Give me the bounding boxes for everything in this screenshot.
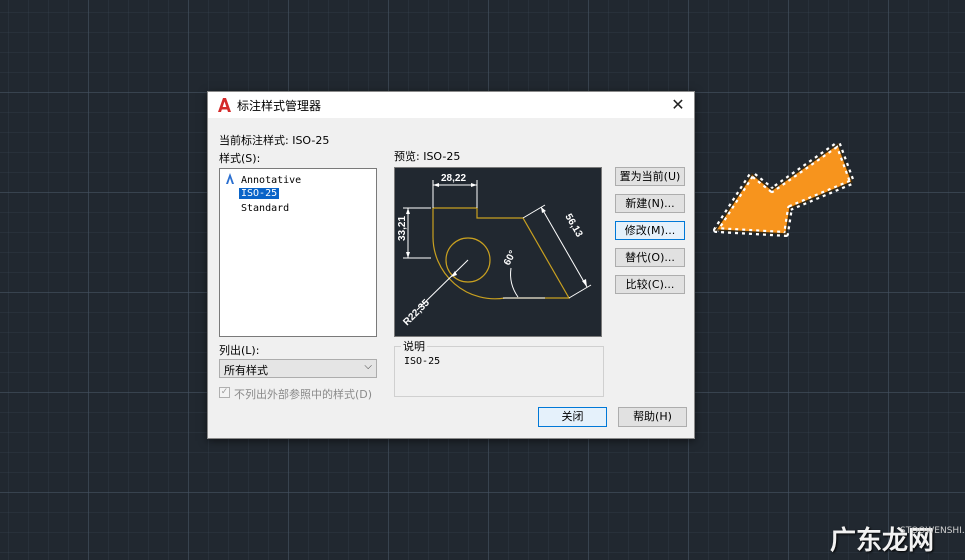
preview-dim-diag: 56,13 [562, 212, 584, 240]
preview-label: 预览: ISO-25 [394, 150, 461, 163]
exclude-xref-label: 不列出外部参照中的样式(D) [234, 388, 373, 401]
preview-dim-angle: 60° [502, 249, 519, 268]
preview-dim-radius: R22,35 [401, 297, 432, 328]
modify-button[interactable]: 修改(M)... [615, 221, 685, 240]
chevron-down-icon: ⌵ [364, 361, 372, 372]
list-filter-select[interactable]: 所有样式 ⌵ [219, 359, 377, 378]
style-item-annotative[interactable]: Annotative [224, 173, 303, 187]
autocad-logo-icon [218, 98, 231, 112]
override-button[interactable]: 替代(O)... [615, 248, 685, 267]
compare-button[interactable]: 比较(C)... [615, 275, 685, 294]
set-current-button[interactable]: 置为当前(U) [615, 167, 685, 186]
help-button[interactable]: 帮助(H) [618, 407, 687, 427]
list-filter-value: 所有样式 [224, 364, 268, 377]
close-button[interactable]: 关闭 [538, 407, 607, 427]
dimension-style-manager-dialog: 标注样式管理器 ✕ 当前标注样式: ISO-25 样式(S): Annotati… [207, 91, 695, 439]
list-label: 列出(L): [219, 344, 260, 357]
preview-dim-left: 33,21 [397, 216, 408, 241]
styles-listbox[interactable]: Annotative ISO-25 Standard [219, 168, 377, 337]
style-item-standard[interactable]: Standard [239, 202, 291, 216]
description-label: 说明 [401, 338, 427, 354]
orange-arrow-pointer-icon [713, 141, 855, 237]
new-button[interactable]: 新建(N)... [615, 194, 685, 213]
watermark-url: STOOWENSHI.COM [900, 526, 965, 536]
dialog-title: 标注样式管理器 [237, 99, 322, 113]
annotative-icon [226, 173, 234, 184]
description-text: ISO-25 [404, 356, 441, 367]
close-icon[interactable]: ✕ [668, 95, 688, 115]
exclude-xref-checkbox[interactable]: ✓ [219, 387, 230, 398]
preview-dim-top: 28,22 [441, 173, 466, 184]
dialog-titlebar: 标注样式管理器 ✕ [208, 92, 694, 118]
style-item-iso25[interactable]: ISO-25 [239, 187, 280, 201]
styles-label: 样式(S): [219, 152, 261, 165]
current-style-label: 当前标注样式: ISO-25 [219, 134, 330, 147]
dimension-preview: 28,22 33,21 56,13 60° R22,35 [394, 167, 602, 337]
preview-drawing: 28,22 33,21 56,13 60° R22,35 [397, 173, 592, 328]
